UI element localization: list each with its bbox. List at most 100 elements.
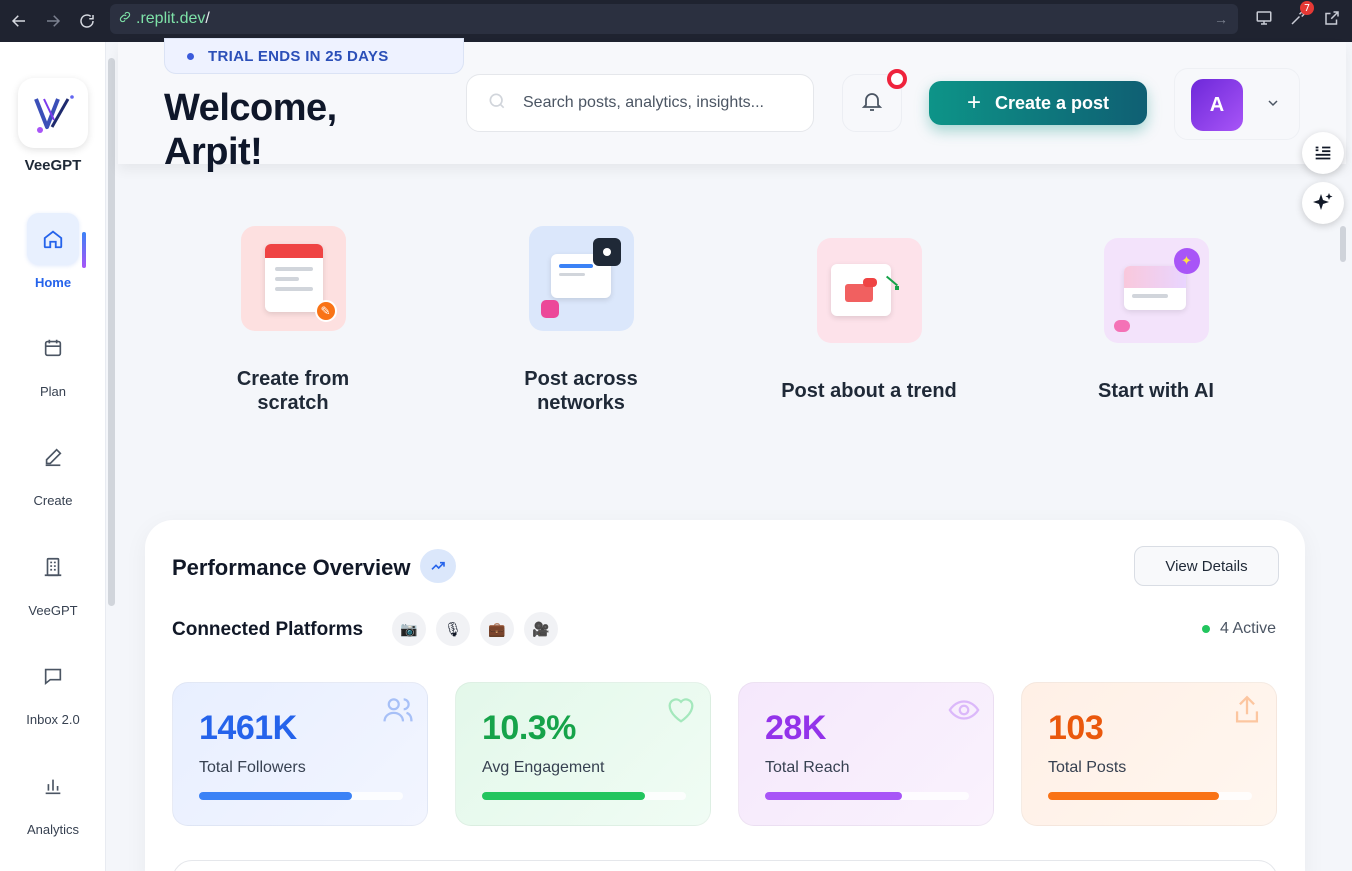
heart-icon: [664, 693, 698, 732]
reload-button[interactable]: [70, 4, 104, 38]
ai-sparkle-button[interactable]: [1302, 182, 1344, 224]
camera-icon: [592, 238, 621, 266]
extensions-icon[interactable]: 7: [1286, 1, 1314, 30]
create-post-label: Create a post: [994, 92, 1110, 113]
profile-menu[interactable]: A: [1174, 68, 1300, 140]
quick-action-label: Start with AI: [1098, 380, 1214, 402]
plus-icon: +: [966, 89, 981, 116]
stat-progress: [1048, 792, 1252, 800]
sidebar-scrollbar[interactable]: [108, 58, 115, 606]
quick-action-label: scratch: [257, 392, 329, 414]
quote-list-icon: [1315, 146, 1331, 160]
sidebar-item-label: VeeGPT: [28, 603, 78, 618]
avatar: A: [1191, 79, 1243, 131]
go-arrow-icon[interactable]: →: [1214, 11, 1228, 27]
notifications-button[interactable]: [842, 69, 907, 132]
address-bar[interactable]: .replit.dev/ →: [110, 4, 1238, 34]
search-input[interactable]: [523, 94, 793, 112]
platform-chip-podcast[interactable]: 🎙: [436, 612, 470, 646]
monitor-icon[interactable]: [1252, 6, 1276, 30]
sidebar-item-analytics[interactable]: Analytics: [0, 760, 106, 837]
home-icon: [27, 213, 79, 265]
welcome-line-1: Welcome,: [164, 87, 337, 129]
quick-action-ai[interactable]: ✦ Start with AI: [1066, 238, 1246, 403]
quick-action-networks[interactable]: Post across networks: [491, 226, 671, 415]
networks-illustration: [528, 226, 634, 331]
back-button[interactable]: [2, 4, 36, 38]
chevron-down-icon: [1265, 95, 1281, 116]
stat-value: 28K: [765, 709, 826, 747]
stat-card-followers[interactable]: 1461K Total Followers: [172, 682, 428, 826]
stat-value: 10.3%: [482, 709, 576, 747]
platform-chip-instagram[interactable]: 📷: [392, 612, 426, 646]
active-count-label: 4 Active: [1220, 620, 1277, 637]
welcome-title: Welcome, Arpit!: [164, 86, 337, 174]
sidebar-item-inbox[interactable]: Inbox 2.0: [0, 650, 106, 727]
sidebar-item-label: Create: [33, 493, 73, 508]
quick-action-scratch[interactable]: ✎ Create from scratch: [203, 226, 383, 415]
pen-icon: [27, 431, 79, 483]
extension-badge: 7: [1300, 1, 1314, 15]
edit-pencil-icon: ✎: [314, 300, 337, 322]
status-dot: [1202, 625, 1210, 633]
trial-banner[interactable]: TRIAL ENDS IN 25 DAYS: [164, 38, 464, 74]
connected-platforms-title: Connected Platforms: [172, 619, 364, 640]
stat-card-reach[interactable]: 28K Total Reach: [738, 682, 994, 826]
veegpt-logo-icon: [34, 95, 74, 133]
quick-action-label: Post about a trend: [781, 380, 957, 402]
quick-action-label: Post across: [524, 368, 638, 390]
create-post-button[interactable]: + Create a post: [929, 81, 1147, 125]
building-icon: [27, 541, 79, 593]
trend-illustration: [816, 238, 922, 343]
brand-name: VeeGPT: [24, 157, 82, 174]
active-indicator: [82, 232, 86, 268]
quick-action-trend[interactable]: Post about a trend: [779, 238, 959, 403]
search-box[interactable]: [466, 74, 814, 132]
page-header: TRIAL ENDS IN 25 DAYS Welcome, Arpit! + …: [118, 38, 1346, 173]
sidebar-item-label: Plan: [39, 384, 67, 399]
eye-icon: [947, 693, 981, 732]
stat-value: 1461K: [199, 709, 297, 747]
view-details-button[interactable]: View Details: [1134, 546, 1279, 586]
scratch-illustration: ✎: [240, 226, 346, 331]
sidebar-item-create[interactable]: Create: [0, 431, 106, 508]
ai-illustration: ✦: [1103, 238, 1209, 343]
quick-action-label: networks: [537, 392, 625, 414]
stat-label: Total Posts: [1048, 759, 1127, 776]
sidebar-item-veegpt[interactable]: VeeGPT: [0, 541, 106, 618]
trending-up-icon: [420, 549, 456, 583]
sparkle-icon: [1313, 193, 1333, 210]
platform-chip-video[interactable]: 🎥: [524, 612, 558, 646]
sidebar-item-plan[interactable]: Plan: [0, 322, 106, 399]
trial-text: TRIAL ENDS IN 25 DAYS: [208, 47, 389, 65]
platform-chip-linkedin[interactable]: 💼: [480, 612, 514, 646]
sidebar-item-home[interactable]: Home: [0, 213, 106, 290]
open-external-icon[interactable]: [1320, 6, 1344, 30]
page-scrollbar[interactable]: [1340, 226, 1346, 262]
stat-card-posts[interactable]: 103 Total Posts: [1021, 682, 1277, 826]
bell-icon: [860, 89, 884, 118]
users-icon: [381, 693, 415, 732]
quote-list-button[interactable]: [1302, 132, 1344, 174]
active-platforms-status: 4 Active: [1202, 620, 1276, 638]
browser-toolbar: .replit.dev/ → 7: [0, 0, 1352, 42]
stat-progress: [765, 792, 969, 800]
trial-dot-icon: [187, 52, 194, 60]
next-section-card: [172, 860, 1278, 871]
sidebar: VeeGPT Home Plan Create VeeGPT Inbox 2.0: [0, 42, 106, 871]
performance-card: Performance Overview View Details Connec…: [145, 520, 1305, 871]
stat-progress: [482, 792, 686, 800]
stat-card-engagement[interactable]: 10.3% Avg Engagement: [455, 682, 711, 826]
url-text: .replit.dev/: [136, 10, 210, 27]
stat-value: 103: [1048, 709, 1104, 747]
calendar-icon: [27, 322, 79, 374]
chat-icon: [27, 650, 79, 702]
forward-button[interactable]: [36, 4, 70, 38]
quick-action-label: Create from: [236, 368, 350, 390]
welcome-line-2: Arpit!: [164, 131, 263, 173]
stat-label: Total Followers: [199, 759, 306, 776]
sidebar-item-label: Inbox 2.0: [26, 712, 80, 727]
notification-dot: [887, 69, 907, 89]
sidebar-item-label: Analytics: [26, 822, 80, 837]
brand-logo[interactable]: [18, 78, 88, 148]
